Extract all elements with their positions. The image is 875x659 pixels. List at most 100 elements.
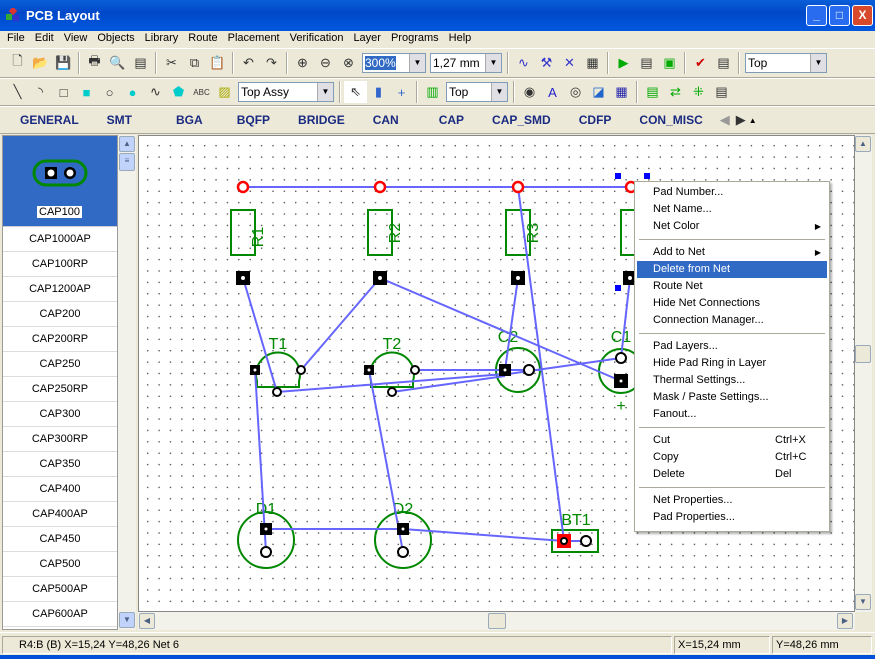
list-item[interactable]: CAP250RP: [3, 377, 117, 402]
report-icon[interactable]: ▤: [129, 52, 152, 74]
menu-layer[interactable]: Layer: [348, 31, 386, 48]
text-icon[interactable]: ABC: [190, 81, 213, 103]
arc-icon[interactable]: ◝: [29, 81, 52, 103]
save-icon[interactable]: 💾: [52, 52, 75, 74]
draw-layer-select[interactable]: Top Assy ▼: [238, 82, 334, 102]
zoom-fit-icon[interactable]: ⊗: [337, 52, 360, 74]
tab-cap[interactable]: CAP: [439, 113, 464, 127]
list-item[interactable]: CAP600AP: [3, 602, 117, 627]
properties-icon[interactable]: ▤: [710, 81, 733, 103]
layer-select[interactable]: Top ▼: [745, 53, 827, 73]
chevron-down-icon[interactable]: ▼: [810, 54, 826, 72]
menu-programs[interactable]: Programs: [386, 31, 444, 48]
list-item[interactable]: CAP500AP: [3, 577, 117, 602]
canvas-vertical-scrollbar[interactable]: ▲ ▼: [855, 135, 872, 612]
context-menu-item[interactable]: Net Color ▶: [637, 218, 827, 235]
context-menu-item[interactable]: Copy Ctrl+C: [637, 449, 827, 466]
tab-general[interactable]: GENERAL: [20, 113, 79, 127]
context-menu-item[interactable]: Fanout...: [637, 406, 827, 423]
component-icon[interactable]: ▥: [421, 81, 444, 103]
minimize-button[interactable]: _: [806, 5, 827, 26]
menu-file[interactable]: File: [2, 31, 30, 48]
scroll-down-icon[interactable]: ▼: [855, 594, 871, 610]
menu-library[interactable]: Library: [140, 31, 184, 48]
rectangle-icon[interactable]: □: [52, 81, 75, 103]
export-icon[interactable]: ▤: [635, 52, 658, 74]
context-menu-item[interactable]: Connection Manager...: [637, 312, 827, 329]
scroll-right-icon[interactable]: ▶: [733, 109, 749, 131]
print-icon[interactable]: 🖶: [83, 52, 106, 74]
scroll-left-icon[interactable]: ◀: [717, 109, 733, 131]
list-item[interactable]: CAP450: [3, 527, 117, 552]
context-menu-item[interactable]: Route Net: [637, 278, 827, 295]
chevron-down-icon[interactable]: ▼: [485, 54, 501, 72]
list-item[interactable]: CAP300: [3, 402, 117, 427]
zoom-select[interactable]: 300% ▼: [362, 53, 426, 73]
list-item[interactable]: CAP400AP: [3, 502, 117, 527]
chevron-down-icon[interactable]: ▼: [409, 54, 425, 72]
polygon-icon[interactable]: ⬟: [167, 81, 190, 103]
menu-objects[interactable]: Objects: [92, 31, 139, 48]
pad-icon[interactable]: ▮: [367, 81, 390, 103]
drc-check-icon[interactable]: ✔: [689, 52, 712, 74]
list-item[interactable]: CAP300RP: [3, 427, 117, 452]
context-menu-item[interactable]: Net Properties...: [637, 492, 827, 509]
more-tabs-icon[interactable]: ▲: [749, 116, 757, 125]
unroute-icon[interactable]: ✕: [558, 52, 581, 74]
via-icon[interactable]: ◉: [518, 81, 541, 103]
maximize-button[interactable]: □: [829, 5, 850, 26]
paste-icon[interactable]: 📋: [206, 52, 229, 74]
run-icon[interactable]: ▶: [612, 52, 635, 74]
menu-view[interactable]: View: [59, 31, 93, 48]
filled-circle-icon[interactable]: ●: [121, 81, 144, 103]
context-menu-item[interactable]: Hide Pad Ring in Layer: [637, 355, 827, 372]
copper-pour-icon[interactable]: ◪: [587, 81, 610, 103]
chevron-down-icon[interactable]: ▼: [317, 83, 333, 101]
scroll-left-icon[interactable]: ◀: [139, 613, 155, 629]
redo-icon[interactable]: ↷: [260, 52, 283, 74]
crosshair-icon[interactable]: +: [390, 81, 413, 103]
context-menu-item[interactable]: Pad Properties...: [637, 509, 827, 526]
open-icon[interactable]: 📂: [29, 52, 52, 74]
zoom-in-icon[interactable]: ⊕: [291, 52, 314, 74]
hole-icon[interactable]: ◎: [564, 81, 587, 103]
context-menu-item[interactable]: Mask / Paste Settings...: [637, 389, 827, 406]
drc-report-icon[interactable]: ▤: [712, 52, 735, 74]
cut-icon[interactable]: ✂: [160, 52, 183, 74]
image-icon[interactable]: ▨: [213, 81, 236, 103]
print-preview-icon[interactable]: 🔍: [106, 52, 129, 74]
list-item[interactable]: CAP100RP: [3, 252, 117, 277]
menu-route[interactable]: Route: [183, 31, 222, 48]
scroll-thumb[interactable]: [488, 613, 506, 629]
context-menu-item[interactable]: Hide Net Connections: [637, 295, 827, 312]
align-icon[interactable]: ⁜: [687, 81, 710, 103]
menu-help[interactable]: Help: [444, 31, 477, 48]
close-button[interactable]: X: [852, 5, 873, 26]
autoroute-icon[interactable]: ⚒: [535, 52, 558, 74]
menu-placement[interactable]: Placement: [223, 31, 285, 48]
text-style-icon[interactable]: A: [541, 81, 564, 103]
grid-icon[interactable]: ▦: [610, 81, 633, 103]
context-menu-item[interactable]: Net Name...: [637, 201, 827, 218]
line-icon[interactable]: ╲: [6, 81, 29, 103]
scroll-down-icon[interactable]: ▼: [119, 612, 135, 628]
list-item[interactable]: CAP1000AP: [3, 227, 117, 252]
menu-edit[interactable]: Edit: [30, 31, 59, 48]
context-menu-item[interactable]: Delete Del: [637, 466, 827, 483]
new-icon[interactable]: 🗋: [6, 52, 29, 74]
menu-verification[interactable]: Verification: [285, 31, 349, 48]
grid-select[interactable]: 1,27 mm ▼: [430, 53, 502, 73]
canvas-horizontal-scrollbar[interactable]: ◀ ▶: [138, 612, 855, 630]
chevron-down-icon[interactable]: ▼: [491, 83, 507, 101]
pointer-icon[interactable]: ⇖: [344, 81, 367, 103]
polyline-icon[interactable]: ∿: [144, 81, 167, 103]
tab-bga[interactable]: BGA: [176, 113, 203, 127]
route-icon[interactable]: ∿: [512, 52, 535, 74]
tab-bridge[interactable]: BRIDGE: [298, 113, 345, 127]
undo-icon[interactable]: ↶: [237, 52, 260, 74]
scroll-up-icon[interactable]: ▲: [855, 136, 871, 152]
copy-icon[interactable]: ⧉: [183, 52, 206, 74]
list-item[interactable]: CAP1200AP: [3, 277, 117, 302]
context-menu-item[interactable]: Cut Ctrl+X: [637, 432, 827, 449]
board-icon[interactable]: ▣: [658, 52, 681, 74]
